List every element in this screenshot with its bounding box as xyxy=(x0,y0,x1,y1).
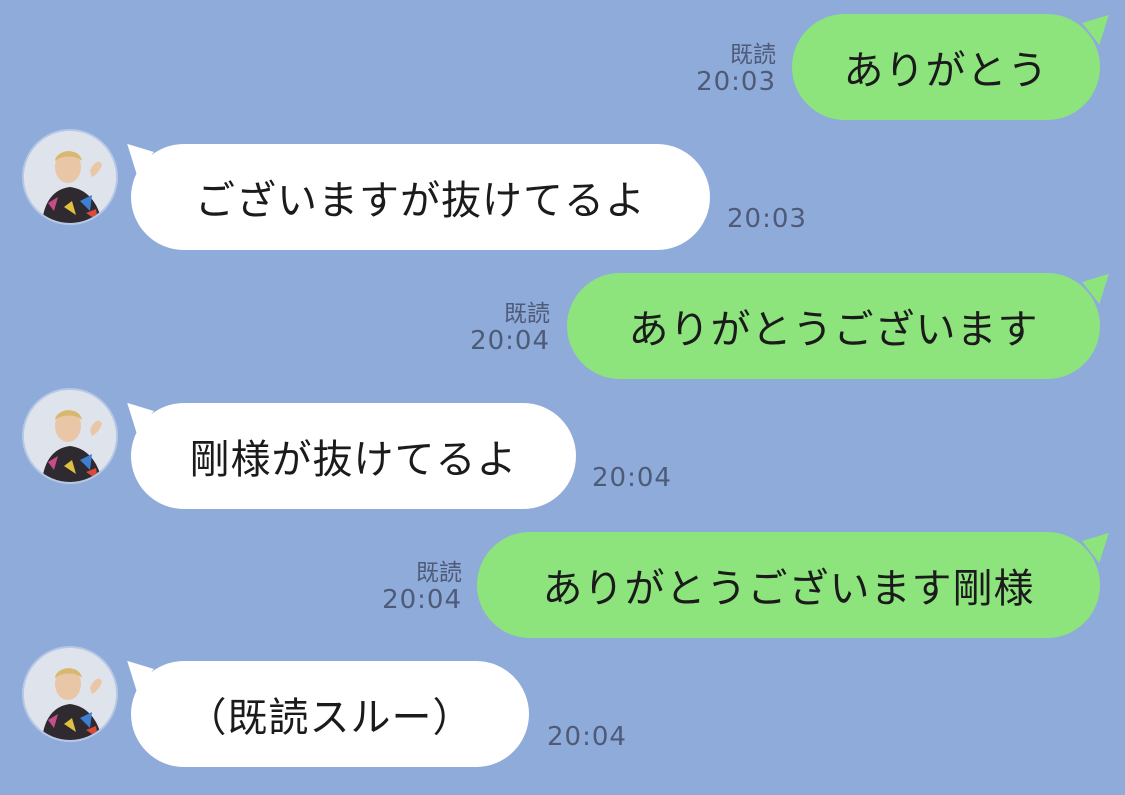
chat-view[interactable]: 既読 20:03 ありがとう ございますが抜けてるよ 20:03 既読 20:0… xyxy=(0,0,1125,795)
sender-avatar[interactable] xyxy=(24,390,116,482)
message-meta: 既読 20:03 xyxy=(684,42,776,98)
message-meta: 既読 20:04 xyxy=(370,560,462,616)
avatar-image xyxy=(24,390,116,482)
read-receipt: 既読 xyxy=(504,301,550,327)
outgoing-message-bubble[interactable]: ありがとうございます xyxy=(567,273,1100,379)
sender-avatar[interactable] xyxy=(24,131,116,223)
message-time: 20:03 xyxy=(696,67,776,98)
incoming-message-bubble[interactable]: ございますが抜けてるよ xyxy=(131,144,710,250)
message-text: 剛様が抜けてるよ xyxy=(189,437,518,483)
message-time: 20:04 xyxy=(592,463,672,493)
message-time: 20:04 xyxy=(470,326,550,357)
message-meta: 既読 20:04 xyxy=(458,301,550,357)
read-receipt: 既読 xyxy=(730,42,776,68)
message-time: 20:04 xyxy=(547,722,627,752)
read-receipt: 既読 xyxy=(416,560,462,586)
message-text: ありがとう xyxy=(843,48,1049,94)
avatar-image xyxy=(24,131,116,223)
message-time: 20:04 xyxy=(382,585,462,616)
outgoing-message-bubble[interactable]: ありがとうございます剛様 xyxy=(477,532,1100,638)
outgoing-message-bubble[interactable]: ありがとう xyxy=(792,14,1100,120)
message-text: ございますが抜けてるよ xyxy=(195,178,646,224)
incoming-message-bubble[interactable]: 剛様が抜けてるよ xyxy=(131,403,576,509)
message-text: （既読スルー） xyxy=(186,695,474,741)
message-text: ありがとうございます xyxy=(628,307,1039,353)
message-text: ありがとうございます剛様 xyxy=(542,566,1035,612)
avatar-image xyxy=(24,648,116,740)
incoming-message-bubble[interactable]: （既読スルー） xyxy=(131,661,529,767)
sender-avatar[interactable] xyxy=(24,648,116,740)
message-time: 20:03 xyxy=(727,204,807,234)
